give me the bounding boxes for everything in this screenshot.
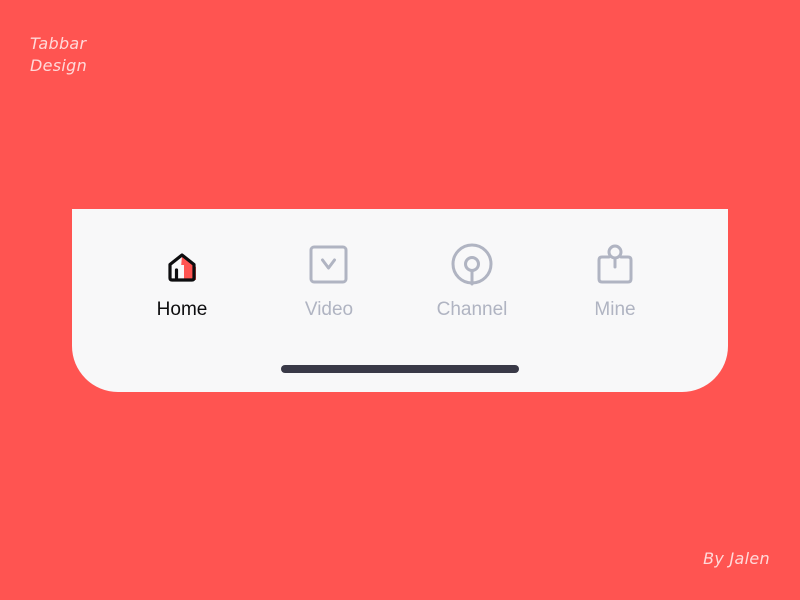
home-icon bbox=[158, 243, 206, 291]
channel-icon bbox=[448, 243, 496, 291]
tab-mine[interactable]: Mine bbox=[545, 243, 685, 329]
caption-title: Tabbar Design bbox=[30, 33, 170, 77]
tab-home-label: Home bbox=[156, 299, 208, 320]
caption-author: By Jalen bbox=[703, 549, 770, 568]
tab-video-label: Video bbox=[304, 299, 354, 320]
tab-bar: Home Video Channel Mine bbox=[72, 209, 728, 392]
video-icon bbox=[305, 243, 353, 291]
tab-video[interactable]: Video bbox=[259, 243, 399, 329]
tab-mine-label: Mine bbox=[594, 299, 636, 320]
tab-channel[interactable]: Channel bbox=[402, 243, 542, 329]
mine-icon bbox=[591, 243, 639, 291]
tab-home[interactable]: Home bbox=[112, 243, 252, 329]
caption-title-line: Design bbox=[30, 56, 88, 75]
caption-title-line: Tabbar bbox=[30, 34, 87, 53]
home-indicator[interactable] bbox=[281, 365, 519, 373]
tab-channel-label: Channel bbox=[436, 299, 508, 320]
